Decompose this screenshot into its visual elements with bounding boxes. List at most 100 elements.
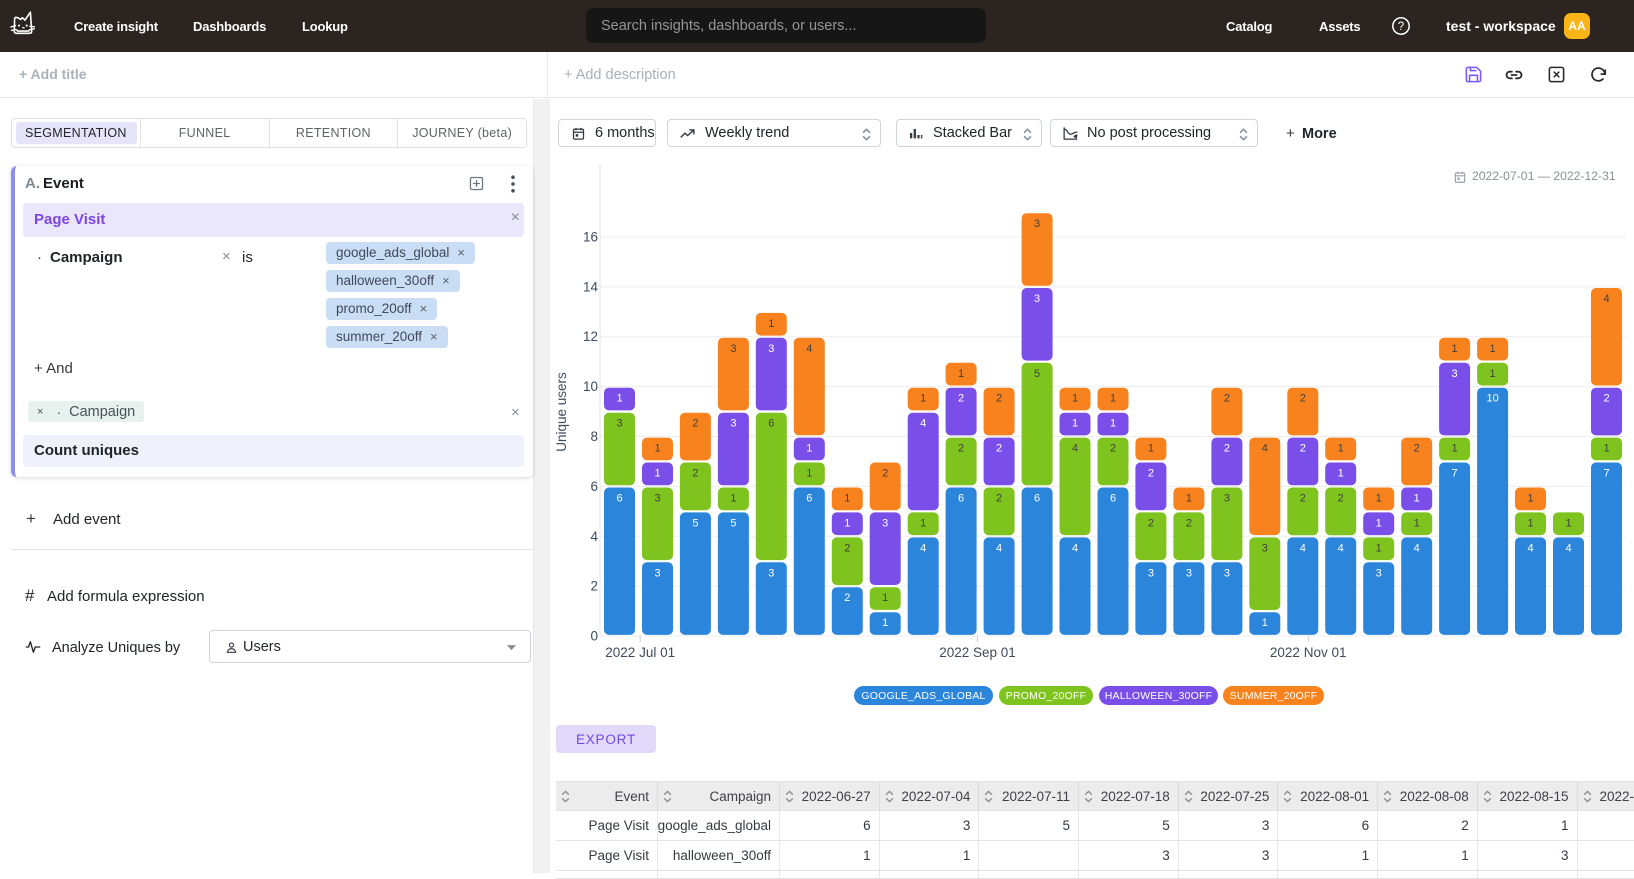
svg-text:5: 5	[730, 517, 736, 529]
svg-text:6: 6	[616, 493, 622, 505]
svg-text:2: 2	[844, 592, 850, 604]
svg-text:1: 1	[882, 617, 888, 629]
svg-text:2: 2	[1300, 393, 1306, 405]
svg-text:1: 1	[1603, 443, 1609, 455]
svg-text:3: 3	[1262, 542, 1268, 554]
svg-text:1: 1	[616, 393, 622, 405]
svg-text:1: 1	[1376, 542, 1382, 554]
svg-text:4: 4	[920, 542, 926, 554]
svg-text:1: 1	[1414, 517, 1420, 529]
svg-text:4: 4	[1072, 542, 1078, 554]
svg-text:2: 2	[1224, 393, 1230, 405]
svg-text:2: 2	[1224, 443, 1230, 455]
svg-text:1: 1	[1490, 343, 1496, 355]
svg-text:4: 4	[1603, 293, 1609, 305]
svg-text:3: 3	[768, 567, 774, 579]
svg-text:6: 6	[958, 493, 964, 505]
svg-text:2: 2	[1300, 493, 1306, 505]
svg-text:3: 3	[1224, 567, 1230, 579]
svg-text:6: 6	[768, 418, 774, 430]
svg-text:1: 1	[1186, 493, 1192, 505]
svg-text:1: 1	[958, 368, 964, 380]
svg-text:2: 2	[958, 393, 964, 405]
svg-text:2: 2	[958, 443, 964, 455]
svg-text:1: 1	[1527, 493, 1533, 505]
svg-text:10: 10	[1486, 393, 1498, 405]
svg-text:7: 7	[1452, 468, 1458, 480]
svg-text:2: 2	[1110, 443, 1116, 455]
svg-text:4: 4	[1072, 443, 1078, 455]
svg-text:1: 1	[654, 443, 660, 455]
svg-text:2: 2	[1186, 517, 1192, 529]
svg-text:4: 4	[1414, 542, 1420, 554]
svg-text:3: 3	[616, 418, 622, 430]
svg-text:1: 1	[1414, 493, 1420, 505]
svg-text:16: 16	[583, 230, 598, 245]
svg-text:3: 3	[654, 493, 660, 505]
svg-text:2: 2	[692, 468, 698, 480]
svg-text:3: 3	[1376, 567, 1382, 579]
svg-text:2: 2	[882, 468, 888, 480]
svg-text:6: 6	[1110, 493, 1116, 505]
svg-text:1: 1	[844, 493, 850, 505]
svg-text:4: 4	[996, 542, 1002, 554]
svg-text:3: 3	[654, 567, 660, 579]
svg-text:1: 1	[1072, 418, 1078, 430]
svg-text:3: 3	[882, 517, 888, 529]
svg-text:3: 3	[730, 418, 736, 430]
svg-text:4: 4	[920, 418, 926, 430]
svg-text:?: ?	[1398, 21, 1404, 33]
svg-text:2: 2	[996, 393, 1002, 405]
svg-text:6: 6	[590, 479, 598, 494]
svg-text:Unique users: Unique users	[554, 372, 569, 452]
svg-text:4: 4	[1527, 542, 1533, 554]
svg-text:4: 4	[1300, 542, 1306, 554]
svg-text:1: 1	[1110, 418, 1116, 430]
svg-text:1: 1	[1338, 468, 1344, 480]
svg-text:2: 2	[1338, 493, 1344, 505]
svg-text:1: 1	[1072, 393, 1078, 405]
svg-text:7: 7	[1603, 468, 1609, 480]
svg-text:2: 2	[844, 542, 850, 554]
svg-text:2022 Jul 01: 2022 Jul 01	[605, 645, 675, 660]
svg-text:1: 1	[920, 517, 926, 529]
svg-text:1: 1	[1527, 517, 1533, 529]
svg-text:3: 3	[1148, 567, 1154, 579]
svg-text:1: 1	[1262, 617, 1268, 629]
svg-text:2: 2	[996, 443, 1002, 455]
svg-text:1: 1	[844, 517, 850, 529]
svg-text:2: 2	[1414, 443, 1420, 455]
svg-text:6: 6	[1034, 493, 1040, 505]
svg-text:3: 3	[1224, 493, 1230, 505]
svg-text:3: 3	[1034, 218, 1040, 230]
svg-text:2: 2	[1300, 443, 1306, 455]
svg-text:2022 Sep 01: 2022 Sep 01	[939, 645, 1016, 660]
svg-text:1: 1	[1338, 443, 1344, 455]
svg-text:12: 12	[583, 329, 598, 344]
svg-text:1: 1	[1490, 368, 1496, 380]
svg-text:5: 5	[692, 517, 698, 529]
svg-text:1: 1	[1376, 517, 1382, 529]
svg-text:1: 1	[806, 468, 812, 480]
svg-text:1: 1	[806, 443, 812, 455]
svg-text:10: 10	[583, 379, 598, 394]
svg-text:2: 2	[692, 418, 698, 430]
svg-text:2022 Nov 01: 2022 Nov 01	[1270, 645, 1347, 660]
svg-text:1: 1	[730, 493, 736, 505]
svg-text:2: 2	[1603, 393, 1609, 405]
svg-text:3: 3	[1186, 567, 1192, 579]
svg-text:4: 4	[590, 529, 598, 544]
svg-text:3: 3	[730, 343, 736, 355]
svg-text:14: 14	[583, 279, 599, 294]
svg-text:2: 2	[996, 493, 1002, 505]
svg-text:2: 2	[1148, 517, 1154, 529]
svg-text:2: 2	[590, 579, 598, 594]
svg-text:1: 1	[654, 468, 660, 480]
svg-text:1: 1	[1452, 343, 1458, 355]
svg-text:1: 1	[768, 318, 774, 330]
svg-text:3: 3	[1452, 368, 1458, 380]
svg-text:0: 0	[590, 629, 598, 644]
svg-text:3: 3	[1034, 293, 1040, 305]
svg-text:6: 6	[806, 493, 812, 505]
svg-text:1: 1	[1452, 443, 1458, 455]
